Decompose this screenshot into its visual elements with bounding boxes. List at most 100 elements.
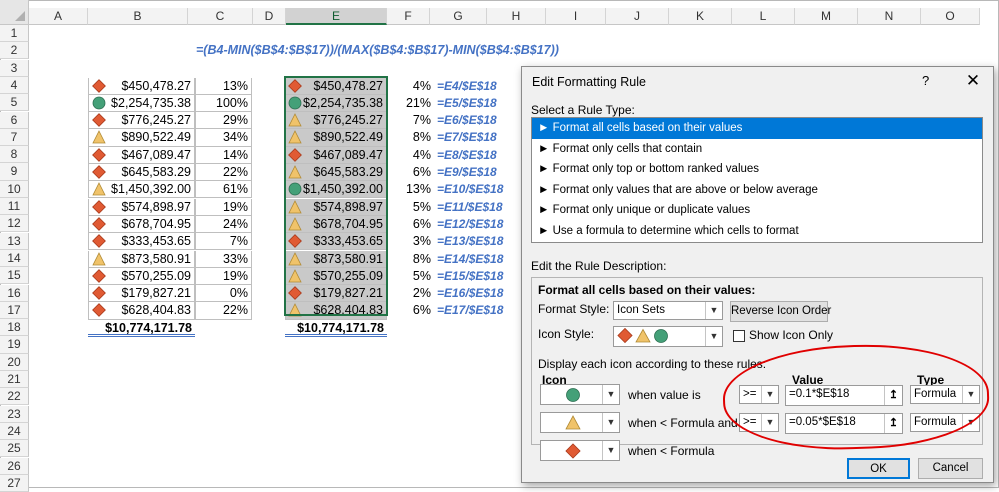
row-header-21[interactable]: 21 — [0, 371, 29, 389]
percent-cell[interactable]: 6% — [388, 302, 434, 319]
table-row[interactable]: $678,704.95 — [88, 215, 195, 234]
percent-cell[interactable]: 4% — [388, 147, 434, 164]
icon-select-green[interactable]: ▼ — [540, 384, 620, 405]
rule-type-item[interactable]: ► Format only cells that contain — [532, 139, 982, 160]
total-cell[interactable]: $10,774,171.78 — [285, 320, 387, 337]
column-header-k[interactable]: K — [669, 8, 732, 25]
row-header-5[interactable]: 5 — [0, 94, 29, 112]
row-header-26[interactable]: 26 — [0, 457, 29, 475]
rule-type-item[interactable]: ► Format only values that are above or b… — [532, 180, 982, 201]
column-header-m[interactable]: M — [795, 8, 858, 25]
column-header-g[interactable]: G — [430, 8, 487, 25]
table-row[interactable]: $2,254,735.38 — [88, 94, 195, 112]
row-header-3[interactable]: 3 — [0, 59, 29, 77]
row-header-23[interactable]: 23 — [0, 405, 29, 423]
table-row[interactable]: $467,089.47 — [88, 146, 195, 164]
close-button[interactable]: ✕ — [962, 71, 984, 91]
icon-select-red[interactable]: ▼ — [540, 440, 620, 461]
row-header-9[interactable]: 9 — [0, 163, 29, 181]
percent-cell[interactable]: 22% — [195, 164, 252, 182]
percent-cell[interactable]: 6% — [388, 216, 434, 233]
column-header-c[interactable]: C — [188, 8, 253, 25]
row-header-15[interactable]: 15 — [0, 267, 29, 285]
rule-type-item[interactable]: ► Format only unique or duplicate values — [532, 200, 982, 221]
column-header-o[interactable]: O — [921, 8, 980, 25]
column-header-f[interactable]: F — [387, 8, 430, 25]
column-header-a[interactable]: A — [29, 8, 88, 25]
percent-cell[interactable]: 19% — [195, 198, 252, 216]
row-header-19[interactable]: 19 — [0, 336, 29, 354]
percent-cell[interactable]: 24% — [195, 215, 252, 234]
column-header-i[interactable]: I — [546, 8, 606, 25]
row-header-16[interactable]: 16 — [0, 284, 29, 302]
table-row[interactable]: $1,450,392.00 — [88, 181, 195, 199]
rule-type-item[interactable]: ► Format all cells based on their values — [532, 118, 982, 139]
percent-cell[interactable]: 7% — [388, 112, 434, 129]
row-header-10[interactable]: 10 — [0, 180, 29, 198]
selected-range[interactable] — [284, 76, 388, 316]
row-header-6[interactable]: 6 — [0, 111, 29, 129]
percent-cell[interactable]: 61% — [195, 181, 252, 199]
percent-cell[interactable]: 13% — [388, 181, 434, 198]
percent-cell[interactable]: 13% — [195, 77, 252, 95]
column-header-b[interactable]: B — [88, 8, 188, 25]
percent-cell[interactable]: 34% — [195, 129, 252, 147]
percent-cell[interactable]: 5% — [388, 268, 434, 285]
percent-cell[interactable]: 4% — [388, 78, 434, 95]
table-row[interactable]: $570,255.09 — [88, 267, 195, 285]
column-header-l[interactable]: L — [732, 8, 795, 25]
percent-cell[interactable]: 5% — [388, 199, 434, 216]
row-header-7[interactable]: 7 — [0, 128, 29, 146]
percent-cell[interactable]: 3% — [388, 233, 434, 250]
row-header-22[interactable]: 22 — [0, 388, 29, 406]
total-cell[interactable]: $10,774,171.78 — [88, 320, 195, 337]
table-row[interactable]: $890,522.49 — [88, 129, 195, 147]
percent-cell[interactable]: 29% — [195, 112, 252, 130]
row-header-13[interactable]: 13 — [0, 232, 29, 250]
format-style-select[interactable]: Icon Sets ▼ — [613, 301, 723, 320]
percent-cell[interactable]: 14% — [195, 146, 252, 164]
row-header-2[interactable]: 2 — [0, 42, 29, 60]
help-button[interactable]: ? — [922, 73, 929, 88]
table-row[interactable]: $574,898.97 — [88, 198, 195, 216]
reverse-icon-order-button[interactable]: Reverse Icon Order — [730, 301, 831, 322]
row-header-14[interactable]: 14 — [0, 249, 29, 268]
column-header-d[interactable]: D — [253, 8, 286, 25]
row-header-25[interactable]: 25 — [0, 440, 29, 458]
percent-cell[interactable]: 8% — [388, 251, 434, 268]
table-row[interactable]: $333,453.65 — [88, 233, 195, 251]
row-header-24[interactable]: 24 — [0, 422, 29, 441]
table-row[interactable]: $776,245.27 — [88, 112, 195, 130]
row-header-11[interactable]: 11 — [0, 198, 29, 216]
percent-cell[interactable]: 2% — [388, 285, 434, 302]
row-header-8[interactable]: 8 — [0, 146, 29, 164]
percent-cell[interactable]: 0% — [195, 285, 252, 303]
icon-style-select[interactable]: ▼ — [613, 326, 723, 347]
column-header-n[interactable]: N — [858, 8, 921, 25]
percent-cell[interactable]: 6% — [388, 164, 434, 181]
table-row[interactable]: $645,583.29 — [88, 164, 195, 182]
percent-cell[interactable]: 33% — [195, 250, 252, 268]
ok-button[interactable]: OK — [847, 458, 910, 479]
percent-cell[interactable]: 19% — [195, 267, 252, 285]
cancel-button[interactable]: Cancel — [918, 458, 983, 479]
row-header-4[interactable]: 4 — [0, 76, 29, 95]
row-header-18[interactable]: 18 — [0, 319, 29, 337]
rule-type-item[interactable]: ► Format only top or bottom ranked value… — [532, 159, 982, 180]
percent-cell[interactable]: 7% — [195, 233, 252, 251]
rule-type-list[interactable]: ► Format all cells based on their values… — [531, 117, 983, 243]
rule-type-item[interactable]: ► Use a formula to determine which cells… — [532, 221, 982, 242]
row-header-27[interactable]: 27 — [0, 474, 29, 492]
table-row[interactable]: $450,478.27 — [88, 77, 195, 95]
select-all-corner[interactable] — [0, 0, 29, 25]
icon-select-yellow[interactable]: ▼ — [540, 412, 620, 433]
percent-cell[interactable]: 100% — [195, 94, 252, 112]
show-icon-only-checkbox[interactable] — [733, 330, 745, 342]
row-header-17[interactable]: 17 — [0, 301, 29, 319]
percent-cell[interactable]: 22% — [195, 302, 252, 320]
percent-cell[interactable]: 21% — [388, 95, 434, 112]
row-header-12[interactable]: 12 — [0, 215, 29, 233]
column-header-j[interactable]: J — [606, 8, 669, 25]
row-header-1[interactable]: 1 — [0, 25, 29, 43]
table-row[interactable]: $179,827.21 — [88, 285, 195, 303]
